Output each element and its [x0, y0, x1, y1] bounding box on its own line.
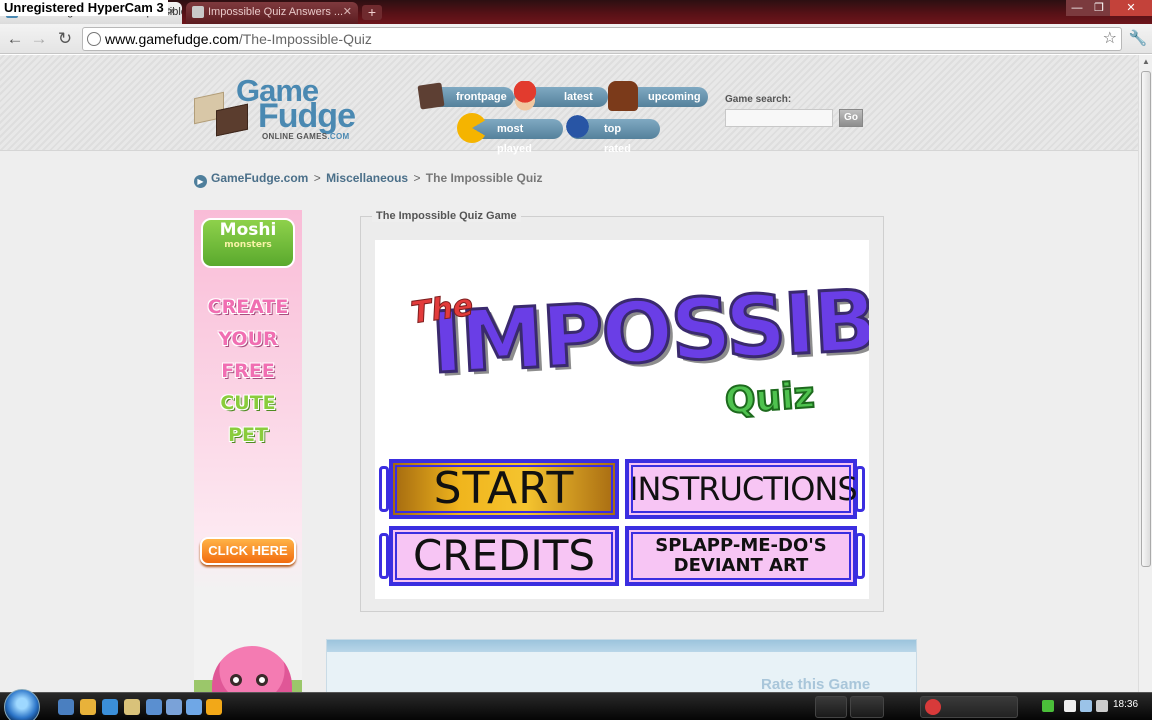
start-orb-icon[interactable]	[4, 689, 40, 720]
scrollbar-thumb[interactable]	[1141, 71, 1151, 567]
explorer-icon[interactable]	[124, 699, 140, 715]
logo-tagline: ONLINE GAMES.COM	[262, 132, 350, 141]
browser-toolbar: ← → ↻ www.gamefudge.com/The-Impossible-Q…	[0, 24, 1152, 54]
chrome-icon[interactable]	[80, 699, 96, 715]
favicon-icon	[192, 6, 204, 18]
address-bar[interactable]: www.gamefudge.com/The-Impossible-Quiz ☆	[82, 27, 1122, 51]
sonic-icon	[564, 113, 594, 143]
search-go-button[interactable]: Go	[839, 109, 863, 127]
breadcrumb-separator: >	[313, 171, 321, 185]
show-desktop-icon[interactable]	[58, 699, 74, 715]
close-window-button[interactable]: ✕	[1110, 0, 1152, 16]
ad-word: YOUR	[218, 328, 278, 350]
breadcrumb-category-link[interactable]: Miscellaneous	[326, 171, 408, 185]
moshi-monsters-ad[interactable]: Moshi monsters CREATE YOUR FREE CUTE PET…	[194, 210, 302, 692]
tray-app-icon[interactable]	[1064, 700, 1076, 712]
tab-quiz-answers[interactable]: Impossible Quiz Answers ... ✕	[186, 2, 358, 24]
url-path: /The-Impossible-Quiz	[238, 31, 372, 47]
vertical-scrollbar[interactable]: ▲	[1138, 55, 1152, 692]
back-arrow-icon[interactable]: ←	[4, 28, 26, 50]
tab-close-icon[interactable]: ✕	[343, 2, 352, 22]
rate-game-box: Rate this Game	[326, 639, 917, 692]
ad-click-here-button[interactable]: CLICK HERE	[200, 537, 296, 565]
new-tab-button[interactable]: +	[362, 5, 382, 20]
globe-icon	[87, 32, 101, 46]
nav-frontpage[interactable]: frontpage	[417, 82, 514, 110]
nav-upcoming[interactable]: upcoming	[608, 81, 708, 111]
game-panel-title: The Impossible Quiz Game	[372, 210, 521, 222]
network-icon[interactable]	[1042, 700, 1054, 712]
search-label: Game search:	[725, 94, 792, 105]
breadcrumb-arrow-icon: ▶	[194, 175, 207, 188]
start-button[interactable]: START	[389, 459, 619, 519]
tab-label: Impossible Quiz Answers ...	[208, 6, 344, 18]
breadcrumb-current: The Impossible Quiz	[425, 171, 543, 185]
nav-most-played[interactable]: most played	[457, 113, 563, 155]
pacman-icon	[457, 113, 487, 143]
tray-misc-icon[interactable]	[1096, 700, 1108, 712]
record-icon	[925, 699, 941, 715]
windows-taskbar: 18:36	[0, 689, 1152, 720]
taskbar-chrome-button[interactable]	[815, 696, 847, 718]
scroll-up-icon[interactable]: ▲	[1142, 57, 1150, 66]
breadcrumb: ▶ GameFudge.com > Miscellaneous > The Imp…	[194, 171, 542, 188]
minimize-button[interactable]: —	[1066, 0, 1088, 16]
nav-label: frontpage	[456, 91, 507, 103]
browser-tab-strip: Gamefudge.com / The Impossible Quiz ✕ Im…	[0, 0, 1152, 24]
breadcrumb-separator: >	[413, 171, 421, 185]
reload-icon[interactable]: ↻	[54, 28, 76, 50]
connector-decoration	[379, 466, 389, 512]
nav-label: most played	[497, 123, 532, 155]
ad-word: CREATE	[207, 296, 289, 318]
tab-close-icon[interactable]: ✕	[167, 2, 176, 22]
media-icon[interactable]	[146, 699, 162, 715]
ad-word: CUTE	[220, 392, 276, 414]
forward-arrow-icon[interactable]: →	[28, 28, 50, 50]
domo-icon	[608, 81, 638, 111]
rate-this-game-heading: Rate this Game	[761, 676, 871, 692]
volume-icon[interactable]	[1080, 700, 1092, 712]
window-icon[interactable]	[166, 699, 182, 715]
pink-monster-image	[212, 646, 292, 692]
ie-icon[interactable]	[102, 699, 118, 715]
nav-label: upcoming	[648, 91, 701, 103]
nav-label: latest	[564, 91, 593, 103]
moshi-monsters-logo: Moshi monsters	[201, 218, 295, 268]
deviant-art-button[interactable]: SPLAPP-ME-DO'S DEVIANT ART	[625, 526, 857, 586]
maximize-button[interactable]: ❐	[1088, 0, 1110, 16]
deviant-art-line1: SPLAPP-ME-DO'S	[655, 535, 827, 556]
ad-word: FREE	[221, 360, 275, 382]
player-icon[interactable]	[206, 699, 222, 715]
site-header: Game Fudge ONLINE GAMES.COM frontpage la…	[0, 55, 1138, 155]
instructions-button[interactable]: INSTRUCTIONS	[625, 459, 858, 519]
url-host: www.gamefudge.com	[105, 31, 239, 47]
taskbar-recorder-button[interactable]	[920, 696, 1018, 718]
game-search-input[interactable]	[725, 109, 833, 127]
flash-game-area[interactable]: IMPOSSIBLE The Quiz START INSTRUCTIONS C…	[375, 240, 869, 599]
recorder-watermark: Unregistered HyperCam 3	[0, 0, 168, 16]
nav-top-rated[interactable]: top rated	[564, 113, 660, 155]
game-title-main: IMPOSSIBLE	[427, 264, 869, 394]
page-viewport: Game Fudge ONLINE GAMES.COM frontpage la…	[0, 55, 1138, 692]
breadcrumb-home-link[interactable]: GameFudge.com	[211, 171, 308, 185]
taskbar-clock[interactable]: 18:36	[1113, 699, 1138, 710]
ad-word: PET	[228, 424, 268, 446]
bookmark-star-icon[interactable]: ☆	[1103, 28, 1117, 50]
wrench-menu-icon[interactable]: 🔧	[1128, 28, 1148, 50]
gamefudge-logo[interactable]: Game Fudge ONLINE GAMES.COM	[194, 73, 394, 149]
logo-line2: Fudge	[258, 97, 356, 135]
taskbar-window-button[interactable]	[850, 696, 884, 718]
nav-label: top rated	[604, 123, 631, 155]
game-title-quiz: Quiz	[723, 374, 817, 423]
fudge-block-icon	[417, 82, 445, 110]
mario-icon	[510, 81, 540, 111]
nav-latest[interactable]: latest	[510, 81, 608, 111]
connector-decoration	[379, 533, 389, 579]
credits-button[interactable]: CREDITS	[389, 526, 619, 586]
deviant-art-line2: DEVIANT ART	[673, 555, 809, 576]
mail-icon[interactable]	[186, 699, 202, 715]
